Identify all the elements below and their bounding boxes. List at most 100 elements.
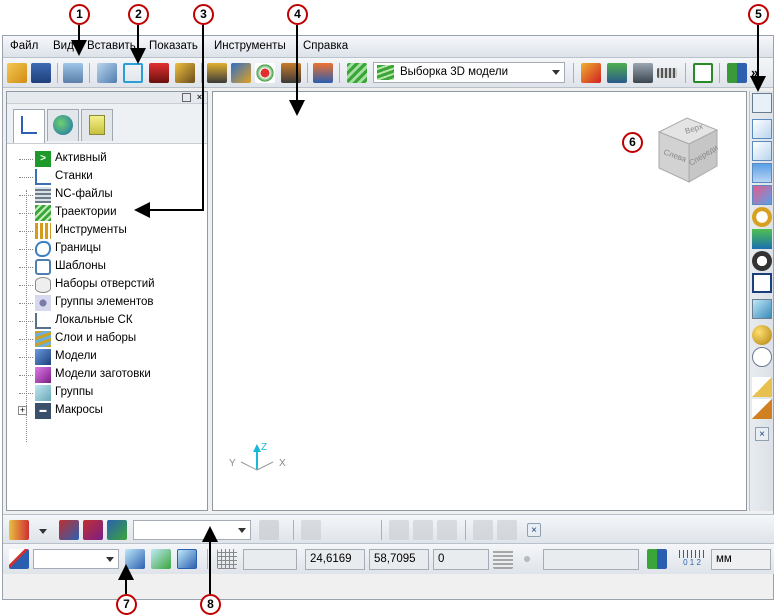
open-project-icon[interactable] [7,63,27,83]
view-iso4-icon[interactable] [752,185,772,205]
nc-program-icon[interactable] [281,63,301,83]
menu-file[interactable]: Файл [10,40,38,52]
restore-icon[interactable] [182,93,191,102]
holes-icon [35,277,51,293]
globe-view-icon[interactable] [752,347,772,367]
shading-combo[interactable] [133,520,251,540]
workplanes-icon [35,313,51,329]
undo-select-icon[interactable] [752,399,772,419]
simulation-icon[interactable] [313,63,333,83]
leads-links-icon[interactable] [231,63,251,83]
colour-mode-icon[interactable] [9,520,29,540]
tree-item-macros[interactable]: + ▬ Макросы [15,402,205,420]
stock-shade-icon[interactable] [259,520,279,540]
view-iso3-icon[interactable] [752,163,772,183]
view-iso1-icon[interactable] [752,119,772,139]
block-view-1-icon[interactable] [125,549,145,569]
material-icon[interactable] [752,325,772,345]
machine-icon [35,169,51,185]
tab-web[interactable] [47,109,79,141]
calculator-icon[interactable] [633,63,653,83]
shaded-view-icon[interactable] [752,299,772,319]
menu-help[interactable]: Справка [303,40,348,52]
start-end-point-icon[interactable] [149,63,169,83]
callout-1: 1 [69,4,90,25]
block-view-2-icon[interactable] [151,549,171,569]
menu-view[interactable]: Вид [53,40,74,52]
shading-mode-1-icon[interactable] [59,520,79,540]
zoom-fit-icon[interactable] [752,251,772,271]
tree-item-label: Модели заготовки [55,368,151,380]
menu-show[interactable]: Показать [149,40,198,52]
chevron-down-icon [238,528,246,533]
model-blocks-icon[interactable] [727,63,747,83]
tree-item-workplanes[interactable]: Локальные СК [15,312,205,330]
draw-icon[interactable] [473,520,493,540]
tree-item-layers[interactable]: Слои и наборы [15,330,205,348]
tree-item-tools[interactable]: Инструменты [15,222,205,240]
grid-field [243,549,297,570]
tree-item-feature-groups[interactable]: Группы элементов [15,294,205,312]
tab-recycle-bin[interactable] [81,109,113,141]
tree-item-active[interactable]: > Активный [15,150,205,168]
toolpath-strategy-icon[interactable] [207,63,227,83]
toolpath-edit-2-icon[interactable] [413,520,433,540]
block-icon[interactable] [97,63,117,83]
workplane-combo[interactable] [33,549,119,569]
graphics-viewport[interactable]: Верх Слева Спереди Z Y X [212,91,747,511]
view-cube[interactable]: Верх Слева Спереди [649,110,729,190]
boundaries-icon [35,241,51,257]
select-cursor-icon[interactable] [752,377,772,397]
toolpath-edit-3-icon[interactable] [437,520,457,540]
tree-item-models[interactable]: Модели [15,348,205,366]
snap-icon[interactable] [517,549,537,569]
expand-icon[interactable]: + [18,406,27,415]
tree-item-toolpaths[interactable]: Траектории [15,204,205,222]
menu-tools[interactable]: Инструменты [214,40,286,52]
print-icon[interactable] [63,63,83,83]
shading-mode-2-icon[interactable] [83,520,103,540]
chevron-down-icon[interactable] [39,529,47,534]
calculator-tool-icon[interactable] [607,63,627,83]
refresh-icon[interactable] [752,229,772,249]
grid-icon[interactable] [217,549,237,569]
tree-item-boundaries[interactable]: Границы [15,240,205,258]
toolpath-icon[interactable] [347,63,367,83]
view-iso2-icon[interactable] [752,141,772,161]
tree-item-hole-sets[interactable]: Наборы отверстий [15,276,205,294]
workplane-icon[interactable] [9,549,29,569]
resize-to-fit-icon[interactable] [693,63,713,83]
erase-icon[interactable] [497,520,517,540]
pick-icon[interactable] [301,520,321,540]
y-coordinate: 58,7095 [369,549,429,570]
scale-label: 0 1 2 [683,558,701,567]
points-icon[interactable] [255,63,275,83]
rapid-move-heights-icon[interactable] [123,63,143,83]
menu-insert[interactable]: Вставить [87,40,136,52]
zoom-box-icon[interactable] [752,273,772,293]
shading-mode-3-icon[interactable] [107,520,127,540]
close-icon[interactable]: × [195,93,204,102]
tree-item-machines[interactable]: Станки [15,168,205,186]
save-icon[interactable] [31,63,51,83]
machine-view-icon[interactable] [752,93,772,113]
selection-mode-combo[interactable]: Выборка 3D модели [373,62,565,83]
delete-toolpath-icon[interactable] [581,63,601,83]
tree-item-patterns[interactable]: Шаблоны [15,258,205,276]
tree-item-stock-models[interactable]: Модели заготовки [15,366,205,384]
close-toolbar-icon[interactable]: × [755,427,769,441]
list-icon[interactable] [493,549,513,569]
close-icon[interactable]: × [527,523,541,537]
feeds-speeds-icon[interactable] [175,63,195,83]
info-field [543,549,639,570]
toolpath-edit-1-icon[interactable] [389,520,409,540]
axis-triad: Z Y X [229,442,286,471]
ruler-icon[interactable] [657,68,677,78]
more-icon[interactable]: » [751,63,765,83]
z-coordinate: 0 [433,549,489,570]
tab-explorer[interactable] [13,109,45,143]
zoom-icon[interactable] [752,207,772,227]
block-view-3-icon[interactable] [177,549,197,569]
tree-item-nc-files[interactable]: NC-файлы [15,186,205,204]
tree-item-groups[interactable]: Группы [15,384,205,402]
